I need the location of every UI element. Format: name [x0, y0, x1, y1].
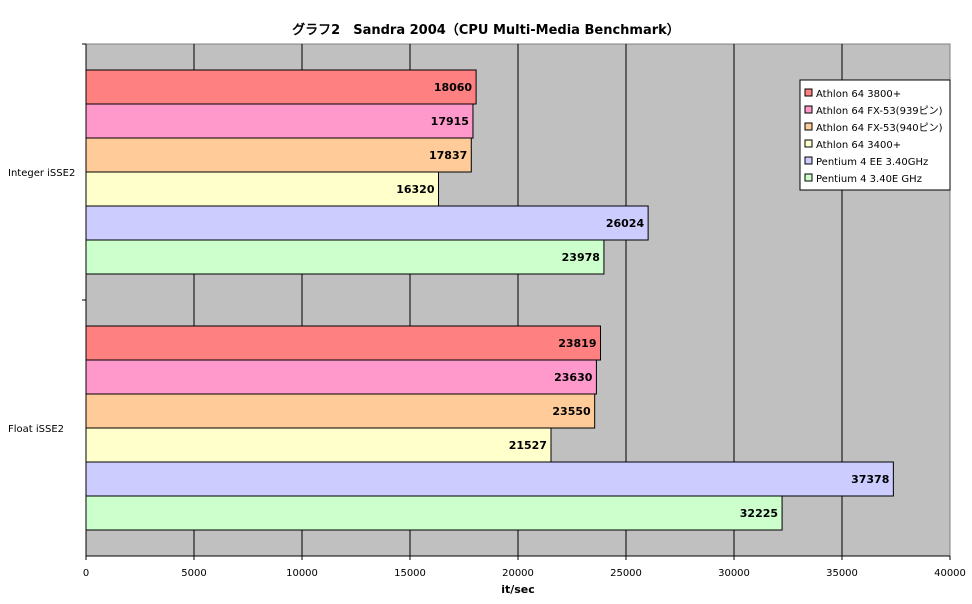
- data-label: 23630: [554, 371, 593, 384]
- benchmark-chart: グラフ2 Sandra 2004（CPU Multi-Media Benchma…: [8, 22, 966, 596]
- bar: [85, 427, 552, 463]
- legend-swatch: [804, 105, 813, 114]
- bar: [85, 69, 477, 105]
- data-label: 32225: [740, 507, 778, 520]
- legend-swatch: [804, 88, 813, 97]
- data-label: 26024: [606, 217, 645, 230]
- legend-entry: Athlon 64 FX-53(939ピン): [816, 105, 943, 117]
- bar: [85, 393, 596, 429]
- legend: Athlon 64 3800+ Athlon 64 FX-53(939ピン) Ath…: [799, 79, 951, 191]
- x-tick-label: 0: [83, 568, 89, 579]
- bar: [85, 325, 601, 361]
- data-label: 21527: [509, 439, 547, 452]
- y-axis: Integer iSSE2 Float iSSE2: [8, 43, 87, 556]
- legend-entry: Athlon 64 3400+: [816, 140, 901, 151]
- data-label: 23819: [558, 337, 596, 350]
- bar: [85, 239, 605, 275]
- x-tick-label: 20000: [502, 568, 534, 579]
- data-label: 23550: [552, 405, 591, 418]
- x-tick-label: 5000: [181, 568, 206, 579]
- legend-swatch: [804, 122, 813, 131]
- legend-entry: Athlon 64 3800+: [816, 89, 901, 100]
- legend-swatch: [804, 156, 813, 165]
- y-category-label: Integer iSSE2: [8, 168, 75, 179]
- x-axis: 0 5000 10000 15000 20000 25000 30000 35000 40000: [83, 555, 966, 579]
- data-label: 37378: [851, 473, 889, 486]
- bar: [85, 205, 649, 241]
- legend-entry: Pentium 4 3.40E GHz: [816, 174, 922, 185]
- data-label: 16320: [396, 183, 435, 196]
- data-label: 17837: [429, 149, 467, 162]
- x-tick-label: 35000: [826, 568, 858, 579]
- x-tick-label: 15000: [394, 568, 426, 579]
- x-tick-label: 40000: [934, 568, 966, 579]
- legend-swatch: [804, 139, 813, 148]
- chart-title: グラフ2 Sandra 2004（CPU Multi-Media Benchma…: [292, 22, 680, 38]
- x-axis-label: it/sec: [501, 583, 535, 596]
- bar: [85, 461, 894, 497]
- y-category-label: Float iSSE2: [8, 424, 64, 435]
- bar: [85, 137, 472, 173]
- bar: [85, 103, 474, 139]
- x-tick-label: 10000: [286, 568, 318, 579]
- data-label: 18060: [434, 81, 473, 94]
- bar: [85, 171, 440, 207]
- legend-entry: Pentium 4 EE 3.40GHz: [816, 157, 928, 168]
- x-tick-label: 30000: [718, 568, 750, 579]
- data-label: 17915: [431, 115, 469, 128]
- bar: [85, 495, 783, 531]
- legend-entry: Athlon 64 FX-53(940ピン): [816, 122, 943, 134]
- data-label: 23978: [562, 251, 600, 264]
- bar: [85, 359, 597, 395]
- legend-swatch: [804, 173, 813, 182]
- x-tick-label: 25000: [610, 568, 642, 579]
